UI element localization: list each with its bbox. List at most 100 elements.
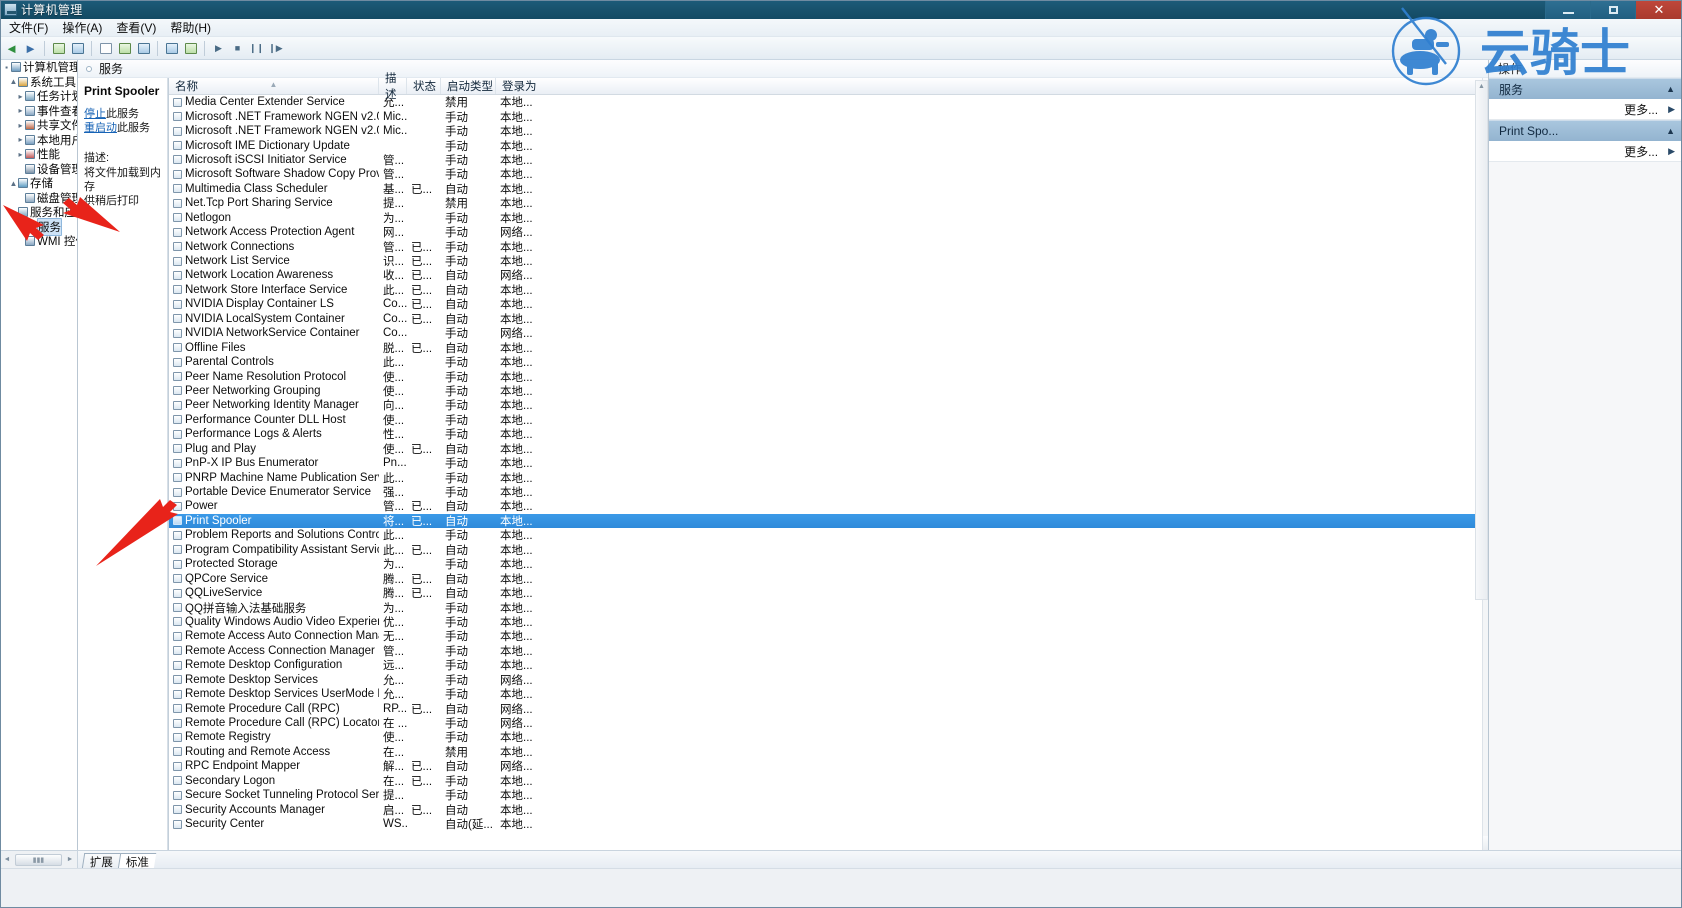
stop-service-button[interactable]: ■ [229,40,246,57]
tree-twisty-icon[interactable]: ▲ [9,179,18,188]
forward-button[interactable]: ► [22,40,39,57]
table-row[interactable]: Plug and Play 使... 已... 自动 本地... [169,442,1496,456]
table-row[interactable]: Net.Tcp Port Sharing Service 提... 禁用 本地... [169,196,1496,210]
tree-twisty-icon[interactable]: ▲ [9,208,18,217]
hscroll-left-button[interactable]: ◄ [0,856,14,863]
table-row[interactable]: Peer Name Resolution Protocol 使... 手动 本地... [169,369,1496,384]
menu-item-action[interactable]: 操作(A) [55,18,109,38]
show-tree-button[interactable] [69,40,86,57]
tree-item-11[interactable]: 服务 [0,217,77,236]
actions-section-services[interactable]: 服务 ▲ [1489,78,1682,99]
table-row[interactable]: Microsoft iSCSI Initiator Service 管... 手动本… [169,153,1496,167]
table-row[interactable]: Remote Procedure Call (RPC) Locator 在 ...… [169,716,1496,730]
back-button[interactable]: ◄ [3,40,20,57]
restart-service-button[interactable]: ❙▶ [267,40,284,57]
table-row[interactable]: Performance Logs & Alerts 性... 手动 本地... [169,427,1496,441]
tree-twisty-icon[interactable]: ▸ [16,106,25,115]
table-row[interactable]: Secure Socket Tunneling Protocol Servi..… [169,788,1496,802]
minimize-button[interactable] [1545,0,1590,19]
tree-item-8[interactable]: ▲ 存储 [0,176,77,191]
table-row[interactable]: QPCore Service 腾... 已... 自动 本地... [169,571,1496,586]
table-row[interactable]: Program Compatibility Assistant Service 此… [169,543,1496,557]
table-row[interactable]: Multimedia Class Scheduler 基... 已... 自动 本地..… [169,182,1496,196]
hscroll-right-button[interactable]: ► [63,856,77,863]
console-tree[interactable]: ▪计算机管理(本地▲系统工具▸任务计划程▸事件查看器▸共享文件夹▸本地用户和▸性… [0,60,78,850]
table-row[interactable]: Secondary Logon 在... 已... 手动 本地... [169,774,1496,788]
hscroll-thumb[interactable]: ▮▮▮ [15,853,62,866]
tree-item-2[interactable]: ▸任务计划程 [0,89,77,104]
table-row[interactable]: PNRP Machine Name Publication Service 此..… [169,470,1496,485]
table-row[interactable]: QQ拼音输入法基础服务 为... 手动 本地... [169,600,1496,615]
table-row[interactable]: Performance Counter DLL Host 使... 手动 本地... [169,413,1496,427]
tab-standard[interactable]: 标准 [117,852,157,869]
column-header-startup-type[interactable]: 启动类型 [441,78,496,94]
table-row[interactable]: Remote Desktop Services 允... 手动 网络... [169,673,1496,687]
tree-item-5[interactable]: ▸本地用户和 [0,133,77,148]
table-row[interactable]: Remote Access Connection Manager 管... 手动 本地… [169,644,1496,658]
tree-item-12[interactable]: WMI 控件 [0,234,77,249]
table-row[interactable]: Network List Service 识... 已... 手动 本地... [169,254,1496,268]
close-button[interactable]: ✕ [1635,0,1682,19]
tree-item-0[interactable]: ▪计算机管理(本地 [0,60,77,75]
new-window-button[interactable] [182,40,199,57]
table-row[interactable]: Microsoft Software Shadow Copy Provi... 管… [169,167,1496,181]
table-row[interactable]: Media Center Extender Service 允... 禁用 本地... [169,95,1496,109]
table-row[interactable]: Remote Desktop Configuration 远... 手动 本地... [169,658,1496,672]
tree-twisty-icon[interactable]: ▸ [16,150,25,159]
table-row[interactable]: Security Center WS... 自动(延... 本地... [169,817,1496,831]
table-row[interactable]: Remote Desktop Services UserMode Po... 允.… [169,687,1496,701]
table-row[interactable]: Quality Windows Audio Video Experience 优.… [169,615,1496,629]
table-row[interactable]: Network Location Awareness 收... 已... 自动 网络..… [169,268,1496,282]
menu-item-file[interactable]: 文件(F) [2,18,55,38]
tree-horizontal-scrollbar[interactable]: ◄ ▮▮▮ ► [0,851,78,868]
column-header-description[interactable]: 描述 [379,73,407,101]
table-row[interactable]: Network Connections 管... 已... 手动 本地... [169,239,1496,254]
table-row[interactable]: Peer Networking Grouping 使... 手动 本地... [169,384,1496,398]
list-rows[interactable]: Media Center Extender Service 允... 禁用 本地...… [169,95,1496,850]
stop-service-link[interactable]: 停止 [84,108,106,120]
table-row[interactable]: Remote Access Auto Connection Mana... 无..… [169,629,1496,643]
start-service-button[interactable]: ▶ [210,40,227,57]
column-header-status[interactable]: 状态 [407,78,441,94]
tree-item-6[interactable]: ▸ 性能 [0,147,77,162]
table-row[interactable]: Netlogon 为... 手动 本地... [169,211,1496,225]
tree-item-7[interactable]: 设备管理器 [0,162,77,177]
table-row[interactable]: Microsoft .NET Framework NGEN v2.0.5... M… [169,124,1496,138]
tree-item-4[interactable]: ▸共享文件夹 [0,118,77,133]
table-row[interactable]: Network Store Interface Service 此... 已... 自… [169,283,1496,297]
table-row[interactable]: Offline Files 脱... 已... 自动 本地... [169,340,1496,355]
tree-item-1[interactable]: ▲ 系统工具 [0,75,77,90]
actions-pane-scroll-strip[interactable]: ▲ [1475,80,1488,600]
column-header-logon-as[interactable]: 登录为 [496,78,1496,94]
table-row[interactable]: Problem Reports and Solutions Control ..… [169,528,1496,542]
restart-service-link[interactable]: 重启动 [84,122,117,134]
tree-twisty-icon[interactable]: ▪ [2,63,11,72]
table-row[interactable]: Remote Procedure Call (RPC) RP... 已... 自动 网络… [169,701,1496,716]
tree-twisty-icon[interactable]: ▸ [16,121,25,130]
table-row[interactable]: RPC Endpoint Mapper 解... 已... 自动 网络... [169,759,1496,773]
table-row[interactable]: Microsoft IME Dictionary Update 手动 本地... [169,138,1496,153]
table-row[interactable]: Protected Storage 为... 手动 本地... [169,557,1496,571]
table-row[interactable]: Microsoft .NET Framework NGEN v2.0.5... M… [169,109,1496,124]
table-row[interactable]: Portable Device Enumerator Service 强... 手动… [169,485,1496,499]
export-list-button[interactable] [97,40,114,57]
refresh-button[interactable] [116,40,133,57]
up-folder-button[interactable] [50,40,67,57]
table-row[interactable]: QQLiveService 腾... 已... 自动 本地... [169,586,1496,600]
maximize-button[interactable] [1590,0,1635,19]
table-row[interactable]: NVIDIA LocalSystem Container Co... 已... 自动本… [169,312,1496,326]
column-header-name[interactable]: 名称 ▲ [169,78,379,94]
tree-twisty-icon[interactable]: ▸ [16,92,25,101]
menu-item-help[interactable]: 帮助(H) [163,18,218,38]
table-row[interactable]: Parental Controls 此... 手动 本地... [169,355,1496,369]
tree-twisty-icon[interactable]: ▸ [16,135,25,144]
tab-extended[interactable]: 扩展 [81,852,121,869]
tree-item-9[interactable]: 磁盘管理 [0,191,77,206]
table-row[interactable]: Remote Registry 使... 手动 本地... [169,730,1496,744]
actions-more-print-spooler[interactable]: 更多... ▶ [1489,141,1682,162]
table-row[interactable]: Peer Networking Identity Manager 向... 手动 本地… [169,398,1496,412]
actions-more-services[interactable]: 更多... ▶ [1489,99,1682,120]
table-row[interactable]: Security Accounts Manager 启... 已... 自动 本地... [169,802,1496,817]
table-row-selected[interactable]: Print Spooler 将... 已... 自动 本地... [169,513,1496,529]
table-row[interactable]: NVIDIA NetworkService Container Co... 手动 网络… [169,326,1496,340]
